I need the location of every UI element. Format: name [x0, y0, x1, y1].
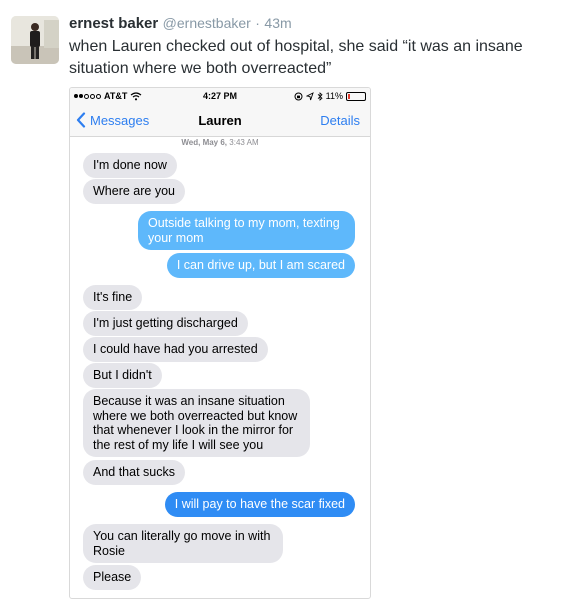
back-label: Messages [90, 112, 150, 128]
details-button[interactable]: Details [320, 113, 360, 128]
message-timestamp: Wed, May 6, 3:43 AM [70, 138, 370, 147]
message-bubble-sent[interactable]: Outside talking to my mom, texting your … [138, 211, 355, 250]
chevron-left-icon [76, 112, 86, 128]
message-bubble-sent[interactable]: I will pay to have the scar fixed [164, 492, 355, 517]
avatar[interactable] [11, 16, 59, 64]
tweet-header: ernest baker @ernestbaker · 43m [69, 15, 292, 33]
avatar-photo [11, 16, 59, 64]
attached-screenshot[interactable]: AT&T 4:27 PM 11% Messages Lauren Details… [69, 87, 371, 599]
tweet: ernest baker @ernestbaker · 43m when Lau… [0, 0, 580, 601]
message-bubble-received[interactable]: I could have had you arrested [83, 337, 268, 362]
message-bubble-received[interactable]: It's fine [83, 285, 143, 310]
display-name[interactable]: ernest baker [69, 15, 158, 32]
tweet-timestamp[interactable]: 43m [264, 15, 291, 31]
message-bubble-received[interactable]: But I didn't [83, 363, 162, 388]
bluetooth-icon [317, 91, 323, 101]
tweet-text: when Lauren checked out of hospital, she… [69, 38, 523, 77]
message-bubble-received[interactable]: Because it was an insane situation where… [83, 389, 310, 457]
message-bubble-received[interactable]: I'm done now [83, 153, 177, 178]
message-bubble-received[interactable]: And that sucks [83, 460, 185, 485]
message-bubble-received[interactable]: Please [83, 565, 142, 590]
message-bubble-received[interactable]: Where are you [83, 179, 185, 204]
battery-percent: 11% [325, 91, 343, 101]
location-arrow-icon [305, 91, 314, 100]
message-bubble-received[interactable]: I'm just getting discharged [83, 311, 248, 336]
rotation-lock-icon [294, 92, 303, 100]
battery-icon [346, 91, 366, 101]
timestamp-time: 3:43 AM [229, 138, 259, 147]
messages-nav-bar: Messages Lauren Details [70, 106, 370, 137]
message-bubble-sent[interactable]: I can drive up, but I am scared [166, 253, 355, 278]
status-right: 11% [294, 91, 366, 101]
back-to-messages-button[interactable]: Messages [76, 112, 149, 128]
message-bubble-received[interactable]: You can literally go move in with Rosie [83, 524, 283, 563]
status-bar: AT&T 4:27 PM 11% [70, 88, 370, 106]
user-handle[interactable]: @ernestbaker [163, 15, 251, 31]
separator-dot: · [255, 15, 260, 31]
timestamp-day: Wed, May 6, [181, 138, 228, 147]
battery-level [348, 93, 350, 99]
